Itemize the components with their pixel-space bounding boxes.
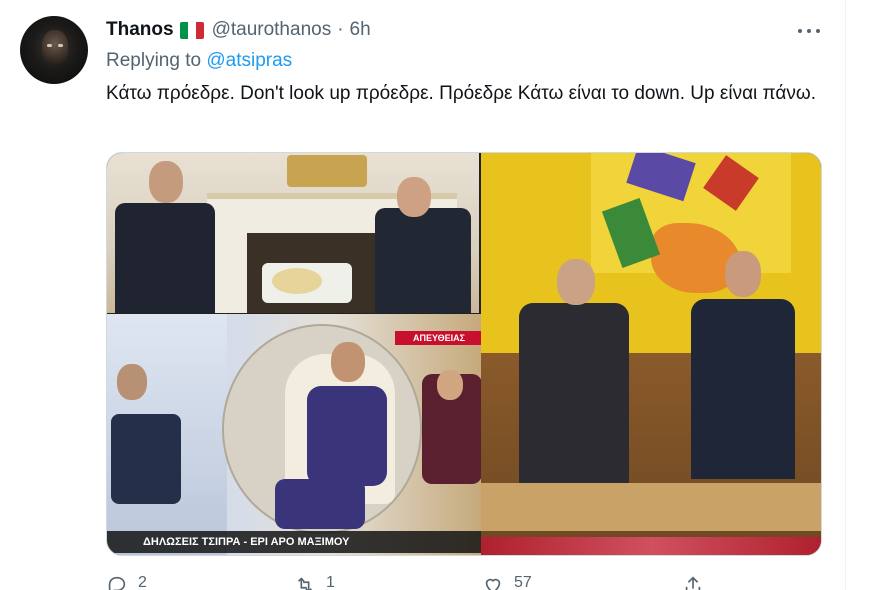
- share-button[interactable]: [682, 574, 704, 590]
- user-handle[interactable]: @taurothanos: [212, 19, 332, 41]
- italy-flag-icon: [179, 21, 204, 39]
- more-horizontal-icon: [798, 29, 802, 33]
- avatar[interactable]: [20, 16, 88, 84]
- separator-dot: ·: [337, 19, 344, 40]
- retweet-icon: [297, 577, 313, 590]
- reply-count: 2: [138, 574, 147, 590]
- replying-to-label: Replying to: [106, 50, 207, 71]
- tweet-media-grid[interactable]: ΑΠΕΥΘΕΙΑΣ ΔΗΛΩΣΕΙΣ ΤΣΙΠΡΑ - ΕΡΙ ΑΡΟ ΜΑΞΙ…: [106, 152, 822, 556]
- reply-icon: [108, 576, 126, 590]
- avatar-face: [42, 30, 68, 64]
- timeline-border: [845, 0, 846, 590]
- heart-icon: [485, 578, 501, 590]
- tv-ticker: ΔΗΛΩΣΕΙΣ ΤΣΙΠΡΑ - ΕΡΙ ΑΡΟ ΜΑΞΙΜΟΥ: [107, 531, 485, 553]
- display-name[interactable]: Thanos: [106, 19, 174, 41]
- media-photo-meeting[interactable]: [107, 153, 479, 313]
- media-photo-yellow-backdrop[interactable]: [481, 153, 821, 555]
- retweet-count: 1: [326, 574, 335, 590]
- share-icon: [685, 576, 701, 590]
- timestamp[interactable]: 6h: [350, 19, 371, 41]
- tweet-actions: 2 1 57: [0, 574, 880, 590]
- media-photo-tv-broadcast[interactable]: ΑΠΕΥΘΕΙΑΣ ΔΗΛΩΣΕΙΣ ΤΣΙΠΡΑ - ΕΡΙ ΑΡΟ ΜΑΞΙ…: [107, 314, 485, 555]
- tweet-text: Κάτω πρόεδρε. Don't look up πρόεδρε. Πρό…: [106, 83, 816, 104]
- more-options-button[interactable]: [794, 20, 824, 42]
- retweet-button[interactable]: 1: [294, 574, 335, 590]
- avatar-eye: [58, 44, 63, 47]
- like-count: 57: [514, 574, 532, 590]
- reply-button[interactable]: 2: [106, 574, 147, 590]
- replying-to-link[interactable]: @atsipras: [206, 50, 292, 71]
- avatar-eye: [47, 44, 52, 47]
- live-badge: ΑΠΕΥΘΕΙΑΣ: [395, 331, 483, 345]
- like-button[interactable]: 57: [482, 574, 532, 590]
- replying-to-line: Replying to @atsipras: [106, 50, 292, 72]
- tweet-header: Thanos @taurothanos · 6h: [106, 18, 371, 42]
